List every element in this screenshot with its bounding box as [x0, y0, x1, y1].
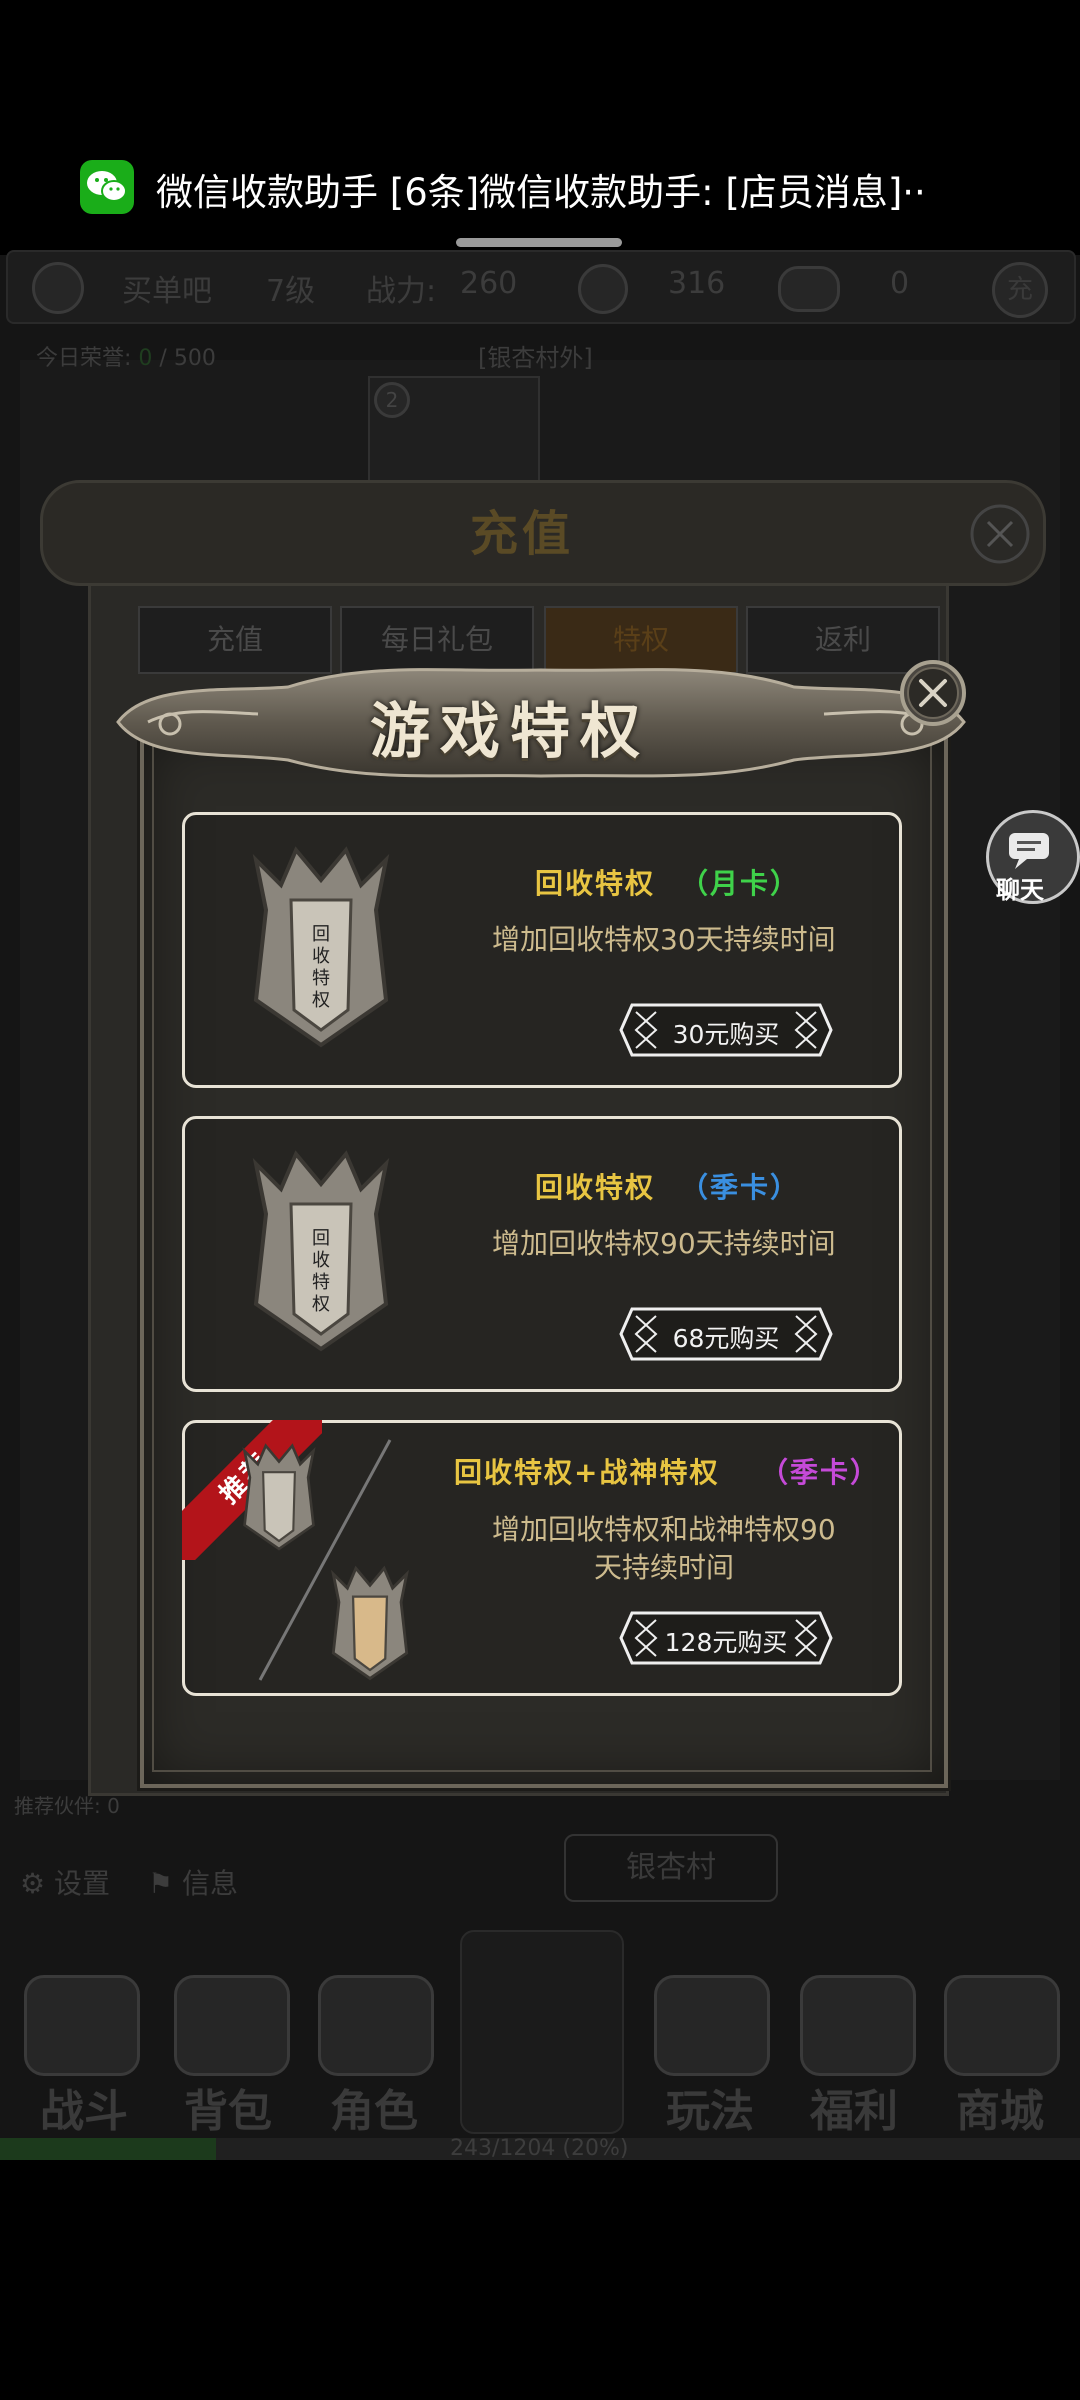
emblem-icon[interactable] [32, 262, 84, 314]
settings-button[interactable]: ⚙ 设置 [20, 1862, 110, 1902]
chat-label: 聊天 [996, 876, 1044, 904]
shop-icon [944, 1975, 1060, 2076]
battle-icon [24, 1975, 140, 2076]
card-3-buy-button[interactable]: 128元购买 [618, 1623, 834, 1659]
nav-battle[interactable]: 战斗 [40, 2075, 128, 2139]
card-1-description: 增加回收特权30天持续时间 [492, 923, 836, 956]
card-2-tag: （季卡） [680, 1171, 801, 1204]
nav-bag[interactable]: 背包 [184, 2075, 272, 2139]
svg-text:收: 收 [312, 1250, 330, 1271]
ingot-value: 0 [890, 266, 910, 301]
nav-welfare[interactable]: 福利 [810, 2075, 898, 2139]
svg-text:收: 收 [312, 946, 330, 967]
card-3-title: 回收特权+战神特权 [454, 1456, 720, 1489]
town-button[interactable]: 银杏村 [564, 1834, 778, 1902]
center-portal-icon[interactable] [460, 1930, 624, 2134]
notification-handle[interactable] [456, 238, 622, 247]
nav-character[interactable]: 角色 [330, 2075, 418, 2139]
exp-progress-bar: 243/1204 (20%) [0, 2136, 1080, 2161]
nav-play[interactable]: 玩法 [666, 2075, 754, 2139]
top-status-bar: 买单吧 7级 战力: 260 316 0 充 [6, 250, 1076, 324]
card-1-tag: （月卡） [680, 867, 801, 900]
shop-name: 买单吧 [122, 274, 212, 309]
nav-shop[interactable]: 商城 [956, 2075, 1044, 2139]
card-3-description-line-1: 增加回收特权和战神特权90 [492, 1513, 836, 1546]
coin-value: 316 [668, 266, 726, 301]
svg-text:权: 权 [312, 1294, 330, 1315]
card-1-buy-button[interactable]: 30元购买 [618, 1015, 834, 1051]
war-god-privilege-shield-icon [330, 1565, 410, 1681]
location-label: [银杏村外] [478, 344, 593, 372]
card-2-title: 回收特权 [535, 1171, 656, 1204]
notification-text: 微信收款助手 [6条]微信收款助手: [店员消息]·· [156, 171, 926, 214]
player-level: 7级 [266, 274, 316, 309]
notification-banner[interactable]: 微信收款助手 [6条]微信收款助手: [店员消息]·· [0, 140, 1080, 250]
recharge-close-icon[interactable] [968, 502, 1032, 566]
svg-text:回: 回 [312, 924, 330, 945]
recycle-privilege-shield-icon: 回 收 特 权 [252, 846, 390, 1048]
recycle-privilege-shield-icon: 回 收 特 权 [252, 1150, 390, 1352]
character-icon [318, 1975, 434, 2076]
card-1-title: 回收特权 [535, 867, 656, 900]
exp-progress-label: 243/1204 (20%) [450, 2136, 629, 2161]
welfare-icon [800, 1975, 916, 2076]
dialog-title: 游戏特权 [370, 697, 650, 767]
svg-text:特: 特 [312, 1272, 330, 1293]
partner-label: 推荐伙伴: 0 [14, 1794, 120, 1818]
honor-label: 今日荣誉: 0 / 500 [36, 346, 216, 371]
recharge-title: 充值 [470, 506, 575, 562]
exp-progress-fill [0, 2138, 216, 2160]
coin-icon[interactable] [578, 264, 628, 314]
dialog-close-icon[interactable] [898, 658, 968, 728]
svg-text:特: 特 [312, 968, 330, 989]
play-icon [654, 1975, 770, 2076]
svg-text:权: 权 [312, 990, 330, 1011]
monster-count-badge: 2 [374, 382, 410, 418]
svg-text:回: 回 [312, 1228, 330, 1249]
wechat-icon [80, 160, 134, 214]
card-3-description-line-2: 天持续时间 [594, 1551, 735, 1584]
card-3-tag: （季卡） [760, 1456, 881, 1489]
card-2-description: 增加回收特权90天持续时间 [492, 1227, 836, 1260]
info-button[interactable]: ⚑ 信息 [148, 1862, 238, 1902]
power-label: 战力: [366, 274, 437, 309]
power-value: 260 [460, 266, 518, 301]
bag-icon [174, 1975, 290, 2076]
card-2-buy-button[interactable]: 68元购买 [618, 1319, 834, 1355]
ingot-icon[interactable] [778, 266, 840, 312]
recharge-shortcut-button[interactable]: 充 [992, 262, 1048, 318]
